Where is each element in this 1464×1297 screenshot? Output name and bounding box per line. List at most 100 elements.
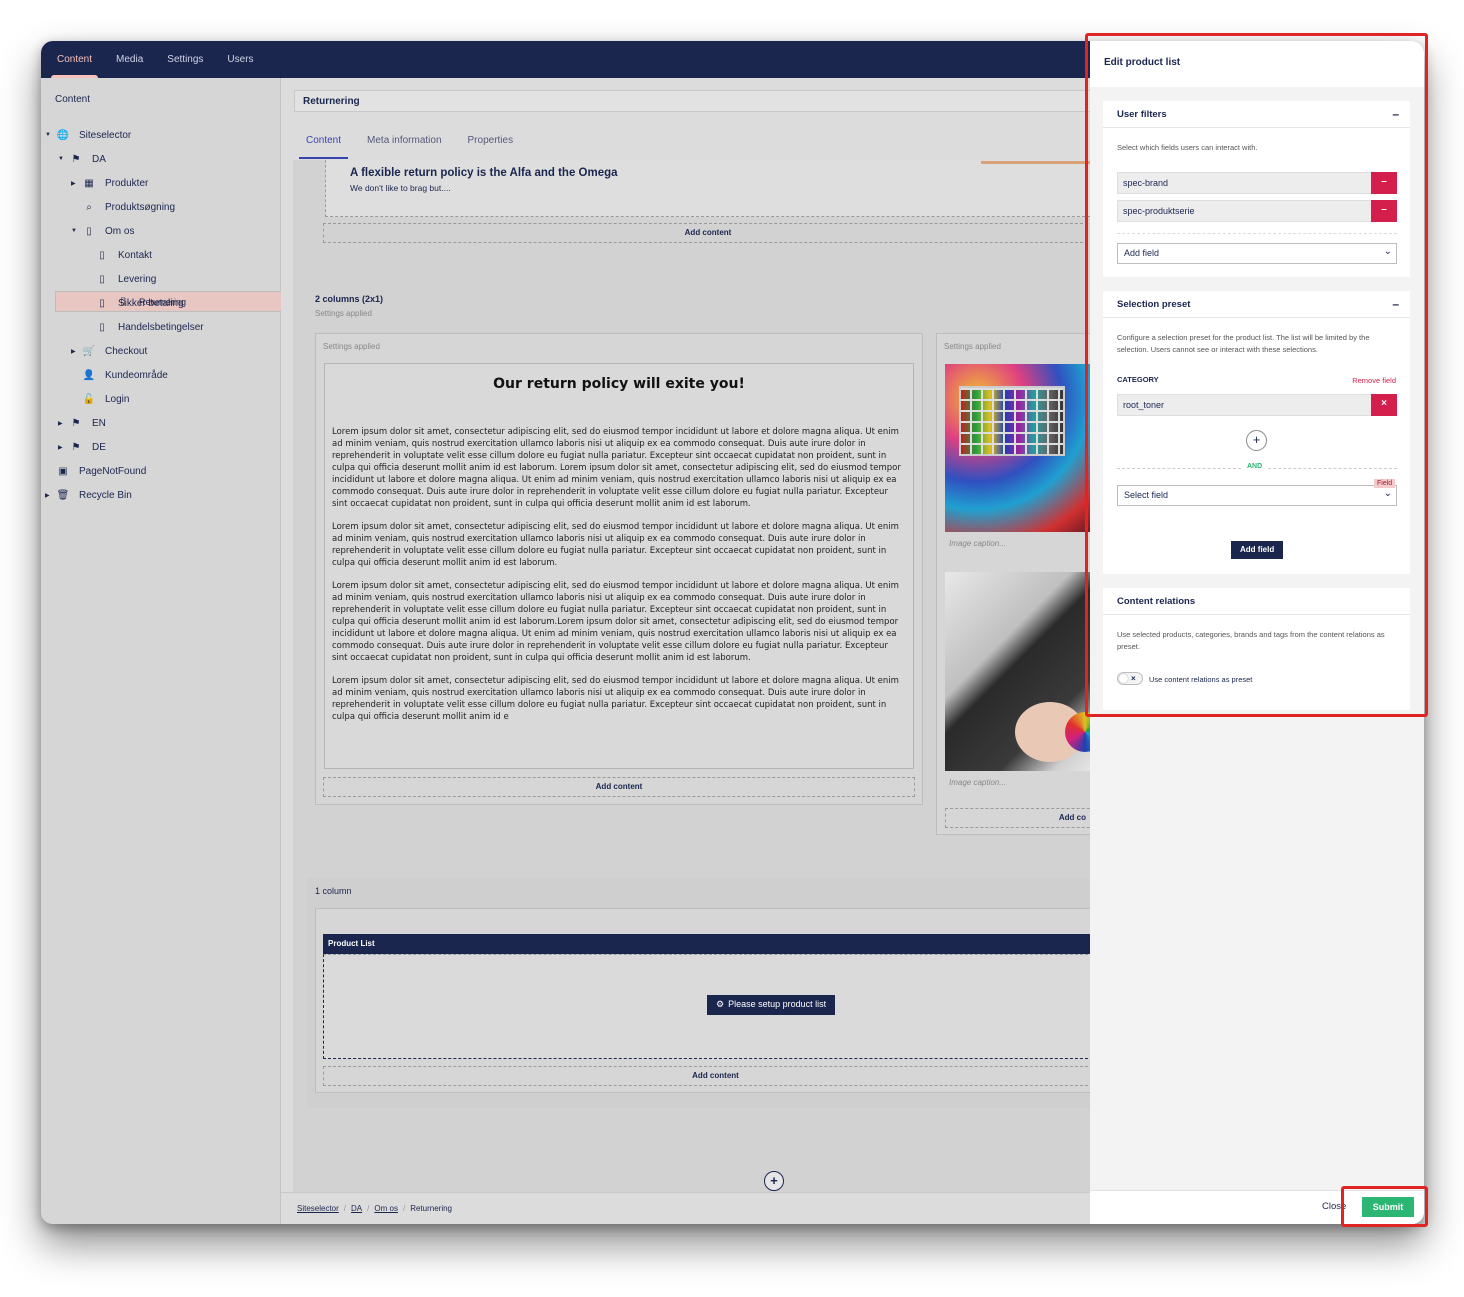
breadcrumb-separator: / — [367, 1204, 370, 1213]
topnav-item-content[interactable]: Content — [45, 41, 104, 78]
lock-icon: 🔓 — [82, 393, 96, 405]
tab-meta-information[interactable]: Meta information — [354, 128, 454, 159]
flag-icon: ⚑ — [71, 153, 81, 165]
tab-content[interactable]: Content — [293, 128, 354, 159]
sidebar-item-recycle-bin[interactable]: ▶ 🗑 Recycle Bin — [41, 483, 280, 507]
topnav-item-settings[interactable]: Settings — [155, 41, 215, 78]
sidebar-item-label: DA — [92, 153, 106, 165]
sidebar-item-checkout[interactable]: ▶ 🛒 Checkout — [41, 339, 280, 363]
submit-button[interactable]: Submit — [1362, 1197, 1414, 1217]
product-list-block[interactable]: ⚙ Please setup product list — [323, 954, 1093, 1059]
left-column: Settings applied Our return policy will … — [315, 333, 923, 805]
image-color-chart[interactable] — [945, 364, 1093, 532]
setup-product-list-button[interactable]: ⚙ Please setup product list — [707, 995, 836, 1015]
breadcrumb-item[interactable]: DA — [351, 1204, 362, 1213]
add-content-button[interactable]: Add co — [945, 808, 1093, 828]
content-relations-title: Content relations — [1117, 596, 1196, 607]
grid-editor: A flexible return policy is the Alfa and… — [293, 160, 1093, 1218]
sidebar-item-da[interactable]: ▼ ⚑ DA — [41, 147, 280, 171]
content-relations-toggle-label: Use content relations as preset — [1149, 675, 1253, 684]
add-field-select[interactable]: Add field ⌄ — [1117, 243, 1397, 264]
sidebar-item-sikker-betaling[interactable]: ▯ Sikker betaling — [41, 291, 280, 315]
image-printer[interactable] — [945, 572, 1093, 771]
and-label: AND — [1241, 463, 1269, 470]
collapse-icon[interactable]: – — [1392, 297, 1399, 311]
one-column-row: 1 column Product List ⚙ Please setup prod… — [307, 878, 1093, 1108]
caret-right-icon[interactable]: ▶ — [58, 420, 63, 427]
add-value-button[interactable]: + — [1246, 430, 1267, 451]
category-value-label: root_toner — [1123, 400, 1165, 410]
caret-down-icon[interactable]: ▼ — [45, 132, 51, 138]
sidebar-item-kundeområde[interactable]: 👤 Kundeområde — [41, 363, 280, 387]
app-window: Content Media Settings Users Content ▼ 🌐 Site… — [41, 41, 1424, 1224]
sidebar-item-de[interactable]: ▶ ⚑ DE — [41, 435, 280, 459]
sidebar-item-label: Kontakt — [118, 249, 152, 261]
color-chart-grid — [959, 386, 1065, 456]
caret-down-icon[interactable]: ▼ — [71, 228, 77, 234]
user-filter-field-label: spec-brand — [1123, 178, 1169, 188]
right-column: Settings applied Image caption... Image … — [936, 333, 1093, 835]
node-name-input[interactable]: Returnering — [294, 90, 1094, 112]
sidebar-item-kontakt[interactable]: ▯ Kontakt — [41, 243, 280, 267]
teaser-block[interactable]: A flexible return policy is the Alfa and… — [325, 160, 1093, 217]
selection-preset-description: Configure a selection preset for the pro… — [1117, 333, 1370, 354]
editor-tabs: Content Meta information Properties — [293, 128, 526, 159]
sidebar-item-om-os[interactable]: ▼ ▯ Om os — [41, 219, 280, 243]
caret-right-icon[interactable]: ▶ — [58, 444, 63, 451]
caret-down-icon[interactable]: ▼ — [58, 156, 64, 162]
caret-right-icon[interactable]: ▶ — [71, 180, 76, 187]
caret-right-icon[interactable]: ▶ — [71, 348, 76, 355]
flag-icon: ⚑ — [71, 441, 81, 453]
sidebar-item-label: Kundeområde — [105, 369, 168, 381]
sidebar-item-pagenotfound[interactable]: ▣ PageNotFound — [41, 459, 280, 483]
document-icon: ▯ — [86, 225, 92, 237]
topnav-item-users[interactable]: Users — [215, 41, 265, 78]
breadcrumb-item: Returnering — [410, 1204, 452, 1213]
breadcrumb: Siteselector / DA / Om os / Returnering — [281, 1192, 1091, 1224]
user-filter-field: spec-brand – — [1117, 172, 1397, 194]
add-content-button[interactable]: Add content — [323, 223, 1093, 243]
add-row-button[interactable]: + — [764, 1171, 784, 1191]
sidebar-item-levering[interactable]: ▯ Levering — [41, 267, 280, 291]
close-button[interactable]: Close — [1322, 1201, 1348, 1212]
topnav-item-media[interactable]: Media — [104, 41, 155, 78]
sidebar-item-handelsbetingelser[interactable]: ▯ Handelsbetingelser — [41, 315, 280, 339]
panel-footer: Close Submit — [1090, 1190, 1424, 1224]
toggle-off-x-icon: × — [1131, 674, 1136, 683]
rich-text-block[interactable]: Our return policy will exite you! Lorem … — [324, 363, 914, 769]
remove-field-button[interactable]: – — [1371, 200, 1397, 222]
sidebar-item-produktsøgning[interactable]: ⌕ Produktsøgning — [41, 195, 280, 219]
content-relations-header: Content relations — [1103, 588, 1410, 615]
remove-category-button[interactable]: × — [1371, 394, 1397, 416]
collapse-icon[interactable]: – — [1392, 107, 1399, 121]
sidebar-item-login[interactable]: 🔓 Login — [41, 387, 280, 411]
user-filters-header[interactable]: User filters – — [1103, 101, 1410, 128]
breadcrumb-item[interactable]: Siteselector — [297, 1204, 339, 1213]
select-field-value: Select field — [1124, 490, 1169, 500]
search-icon: ⌕ — [86, 201, 92, 213]
page-not-found-icon: ▣ — [58, 465, 68, 477]
add-content-button[interactable]: Add content — [323, 777, 915, 797]
chevron-down-icon: ⌄ — [1383, 246, 1392, 257]
tab-properties[interactable]: Properties — [455, 128, 527, 159]
sidebar-item-produkter[interactable]: ▶ ▦ Produkter — [41, 171, 280, 195]
panel-title: Edit product list — [1090, 41, 1424, 87]
one-column-cell: Product List ⚙ Please setup product list … — [315, 908, 1093, 1093]
select-field-select[interactable]: Select field ⌄ — [1117, 485, 1397, 506]
remove-field-link[interactable]: Remove field — [1352, 376, 1396, 385]
rich-text-paragraph: Lorem ipsum dolor sit amet, consectetur … — [332, 522, 899, 568]
selection-preset-header[interactable]: Selection preset – — [1103, 291, 1410, 318]
sidebar-item-en[interactable]: ▶ ⚑ EN — [41, 411, 280, 435]
add-content-button[interactable]: Add content — [323, 1066, 1093, 1086]
image-caption: Image caption... — [949, 778, 1006, 787]
image-caption: Image caption... — [949, 539, 1006, 548]
caret-right-icon[interactable]: ▶ — [45, 492, 50, 499]
remove-field-button[interactable]: – — [1371, 172, 1397, 194]
sidebar-item-label: EN — [92, 417, 106, 429]
breadcrumb-item[interactable]: Om os — [374, 1204, 398, 1213]
add-field-button[interactable]: Add field — [1231, 541, 1284, 559]
sidebar-item-siteselector[interactable]: ▼ 🌐 Siteselector — [41, 123, 280, 147]
divider — [1117, 233, 1397, 234]
document-icon: ▯ — [99, 297, 105, 309]
content-relations-toggle[interactable]: × — [1117, 672, 1143, 685]
